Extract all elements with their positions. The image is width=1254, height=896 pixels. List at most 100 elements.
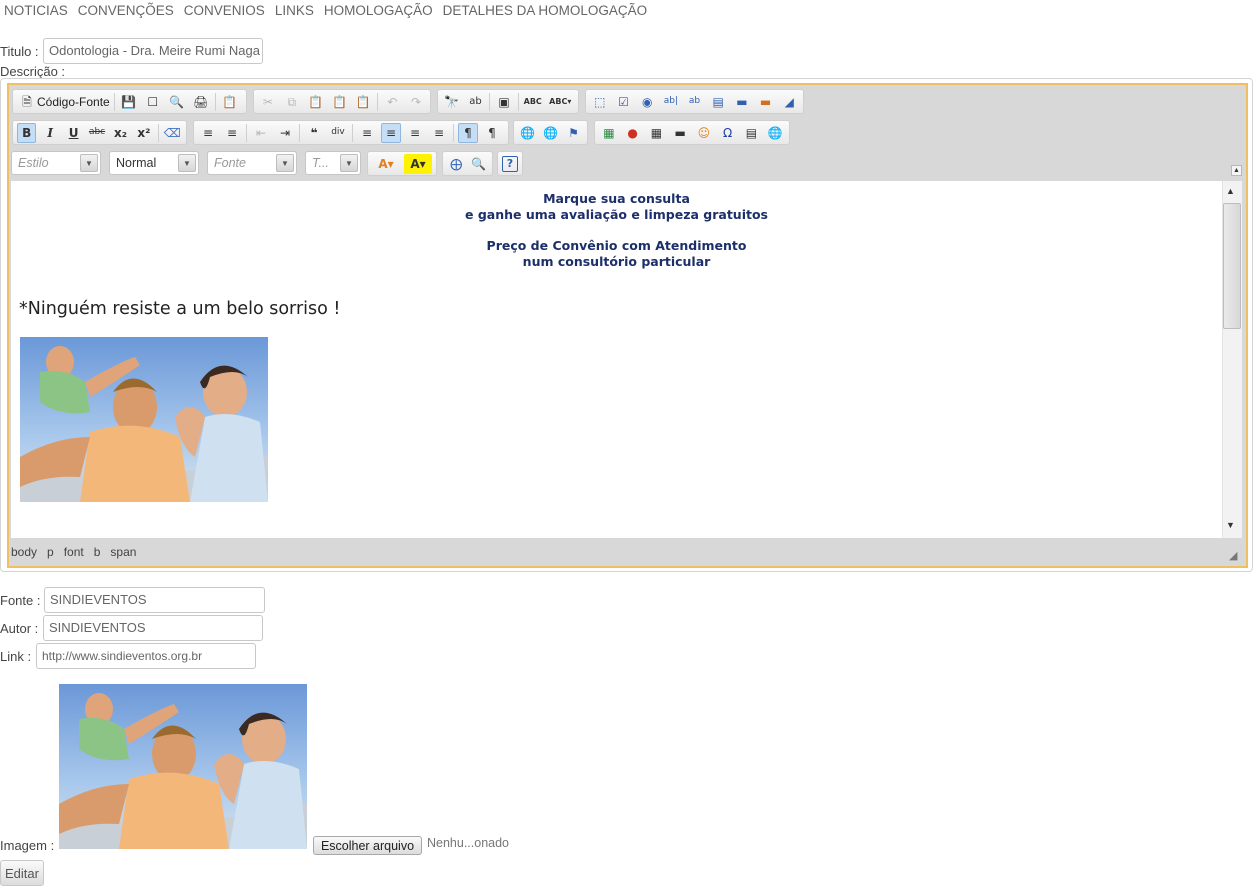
bulleted-list-icon[interactable]: ≡: [222, 123, 242, 143]
maximize-icon[interactable]: ⨁: [447, 154, 466, 174]
form-icon[interactable]: ⬚: [590, 92, 610, 112]
content-photo[interactable]: [20, 337, 268, 502]
horizontal-line-icon[interactable]: ▬: [670, 123, 690, 143]
paste-text-icon[interactable]: 📋: [330, 92, 350, 112]
text-color-icon[interactable]: A▾: [372, 154, 400, 174]
select-field-icon[interactable]: ▤: [708, 92, 728, 112]
toolbar-clipboard-group: ✂ ⧉ 📋 📋 📋 ↶ ↷: [253, 89, 431, 114]
undo-icon[interactable]: ↶: [382, 92, 402, 112]
chevron-down-icon: ▼: [340, 154, 358, 172]
font-combo[interactable]: Fonte ▼: [207, 151, 297, 175]
save-icon[interactable]: 💾: [119, 92, 139, 112]
source-button[interactable]: Código-Fonte: [37, 95, 110, 109]
path-body[interactable]: body: [11, 545, 37, 563]
image-icon[interactable]: ▦: [599, 123, 619, 143]
radio-icon[interactable]: ◉: [637, 92, 657, 112]
copy-icon[interactable]: ⧉: [282, 92, 302, 112]
link-input[interactable]: http://www.sindieventos.org.br: [36, 643, 256, 669]
format-combo[interactable]: Normal ▼: [109, 151, 199, 175]
autor-input[interactable]: SINDIEVENTOS: [43, 615, 263, 641]
spellcheck-icon[interactable]: ABC: [523, 92, 543, 112]
button-field-icon[interactable]: ▬: [732, 92, 752, 112]
scroll-up-icon[interactable]: ▲: [1226, 186, 1235, 196]
nav-convencoes[interactable]: CONVENÇÕES: [78, 3, 174, 21]
outdent-icon[interactable]: ⇤: [251, 123, 271, 143]
chevron-down-icon: ▼: [276, 154, 294, 172]
path-span[interactable]: span: [110, 545, 136, 563]
align-right-icon[interactable]: ≡: [405, 123, 425, 143]
subscript-icon[interactable]: x₂: [111, 123, 130, 143]
titulo-input[interactable]: Odontologia - Dra. Meire Rumi Naga: [43, 38, 263, 64]
image-button-icon[interactable]: ▬: [756, 92, 776, 112]
anchor-icon[interactable]: ⚑: [564, 123, 583, 143]
nav-links[interactable]: LINKS: [275, 3, 314, 21]
select-all-icon[interactable]: ▣: [494, 92, 514, 112]
toolbar-find-group: 🔭 ab ▣ ABC ABC▾: [437, 89, 579, 114]
new-page-icon[interactable]: ☐: [143, 92, 163, 112]
text-direction-rtl-icon[interactable]: ¶: [482, 123, 502, 143]
align-center-icon[interactable]: ≡: [381, 122, 401, 143]
textarea-icon[interactable]: ab: [685, 92, 705, 112]
format-combo-value: Normal: [116, 156, 157, 170]
preview-icon[interactable]: 🔍: [167, 92, 187, 112]
hidden-field-icon[interactable]: ◢: [779, 92, 799, 112]
iframe-icon[interactable]: 🌐: [765, 123, 785, 143]
cut-icon[interactable]: ✂: [258, 92, 278, 112]
source-icon[interactable]: 🗎: [17, 92, 37, 112]
checkbox-icon[interactable]: ☑: [614, 92, 634, 112]
preview-photo: [59, 684, 307, 849]
collapse-toolbar-icon[interactable]: ▲: [1231, 165, 1242, 176]
font-size-combo[interactable]: T... ▼: [305, 151, 361, 175]
textfield-icon[interactable]: ab|: [661, 92, 681, 112]
table-icon[interactable]: ▦: [647, 123, 667, 143]
numbered-list-icon[interactable]: ≡: [198, 123, 218, 143]
div-container-icon[interactable]: div: [328, 123, 348, 143]
indent-icon[interactable]: ⇥: [275, 123, 295, 143]
strikethrough-icon[interactable]: abc: [87, 123, 106, 143]
bold-icon[interactable]: B: [17, 122, 37, 143]
show-blocks-icon[interactable]: 🔍: [470, 154, 489, 174]
help-icon[interactable]: ?: [502, 155, 518, 172]
scroll-down-icon[interactable]: ▼: [1226, 520, 1235, 530]
fonte-input[interactable]: SINDIEVENTOS: [44, 587, 265, 613]
underline-icon[interactable]: U: [64, 123, 83, 143]
remove-format-icon[interactable]: ⌫: [163, 123, 182, 143]
path-b[interactable]: b: [94, 545, 101, 563]
align-left-icon[interactable]: ≡: [357, 123, 377, 143]
unlink-icon[interactable]: 🌐: [541, 123, 560, 143]
choose-file-button[interactable]: Escolher arquivo: [313, 836, 422, 855]
nav-homologacao[interactable]: HOMOLOGAÇÃO: [324, 3, 433, 21]
smiley-icon[interactable]: ☺: [694, 123, 714, 143]
path-p[interactable]: p: [47, 545, 54, 563]
flash-icon[interactable]: ●: [623, 123, 643, 143]
style-combo[interactable]: Estilo ▼: [11, 151, 101, 175]
redo-icon[interactable]: ↷: [406, 92, 426, 112]
templates-icon[interactable]: 📋: [220, 92, 240, 112]
print-icon[interactable]: 🖨: [191, 92, 211, 112]
spellcheck-as-you-type-icon[interactable]: ABC▾: [547, 92, 574, 112]
justify-icon[interactable]: ≡: [429, 123, 449, 143]
background-color-icon[interactable]: A▾: [404, 153, 432, 174]
replace-icon[interactable]: ab: [466, 92, 486, 112]
nav-noticias[interactable]: NOTICIAS: [4, 3, 68, 21]
superscript-icon[interactable]: x²: [134, 123, 153, 143]
text-direction-ltr-icon[interactable]: ¶: [458, 122, 478, 143]
editar-button[interactable]: Editar: [0, 860, 44, 886]
resize-handle-icon[interactable]: ◢: [1229, 549, 1237, 562]
link-icon[interactable]: 🌐: [518, 123, 537, 143]
paste-icon[interactable]: 📋: [306, 92, 326, 112]
nav-detalhes-homologacao[interactable]: DETALHES DA HOMOLOGAÇÃO: [443, 3, 648, 21]
editor-content[interactable]: Marque sua consulta e ganhe uma avaliaçã…: [11, 181, 1222, 538]
special-char-icon[interactable]: Ω: [718, 123, 738, 143]
page-break-icon[interactable]: ▤: [742, 123, 762, 143]
scrollbar-thumb[interactable]: [1223, 203, 1241, 329]
find-icon[interactable]: 🔭: [442, 92, 462, 112]
toolbar-links-group: 🌐 🌐 ⚑: [513, 120, 588, 145]
toolbar-separator: [489, 92, 491, 111]
paste-word-icon[interactable]: 📋: [353, 92, 373, 112]
nav-convenios[interactable]: CONVENIOS: [184, 3, 265, 21]
toolbar-colors-group: A▾ A▾: [367, 151, 437, 176]
blockquote-icon[interactable]: ❝: [304, 123, 324, 143]
path-font[interactable]: font: [64, 545, 84, 563]
italic-icon[interactable]: I: [40, 123, 59, 143]
